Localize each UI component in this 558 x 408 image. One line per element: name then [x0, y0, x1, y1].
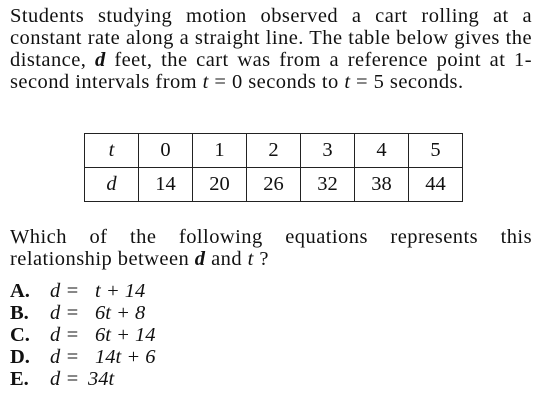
- var-t: t: [344, 71, 351, 93]
- table-row-d: d 14 20 26 32 38 44: [84, 167, 463, 202]
- problem-intro: Students studying motion observed a cart…: [10, 5, 532, 93]
- choice-expression: 6t + 14: [95, 324, 156, 346]
- choice-lhs: d =: [50, 324, 80, 346]
- var-d: d: [95, 49, 106, 71]
- table-row-t: t 0 1 2 3 4 5: [84, 133, 463, 168]
- table-cell: 2: [246, 133, 301, 168]
- table-cell: 0: [138, 133, 193, 168]
- table-cell: 32: [300, 167, 355, 202]
- question-mark: ?: [259, 248, 269, 270]
- intro-text-4: = 5 seconds.: [356, 71, 464, 93]
- problem-page: Students studying motion observed a cart…: [0, 0, 558, 408]
- var-d: d: [194, 248, 206, 270]
- intro-text-3: = 0 seconds to: [214, 71, 339, 93]
- choice-expression: 34t: [88, 368, 115, 390]
- choice-lhs: d =: [50, 280, 80, 302]
- choice-lhs: d =: [50, 368, 80, 390]
- table-cell: 14: [138, 167, 193, 202]
- table-cell: 4: [354, 133, 409, 168]
- choice-expression: t + 14: [95, 280, 146, 302]
- var-t: t: [247, 248, 254, 270]
- choice-letter: C.: [10, 324, 30, 346]
- choice-letter: A.: [10, 280, 30, 302]
- choice-letter: D.: [10, 346, 30, 368]
- table-header-t: t: [84, 133, 139, 168]
- choice-letter: E.: [10, 368, 29, 390]
- choice-expression: 14t + 6: [95, 346, 156, 368]
- table-cell: 5: [408, 133, 463, 168]
- table-cell: 20: [192, 167, 247, 202]
- table-header-d: d: [84, 167, 139, 202]
- choice-letter: B.: [10, 302, 29, 324]
- question-text: Which of the following equations represe…: [10, 226, 532, 270]
- choice-lhs: d =: [50, 302, 80, 324]
- table-cell: 3: [300, 133, 355, 168]
- var-t: t: [202, 71, 209, 93]
- table-cell: 26: [246, 167, 301, 202]
- question-and: and: [211, 248, 243, 270]
- question-text-1: Which of the following equations represe…: [10, 226, 532, 270]
- table-cell: 44: [408, 167, 463, 202]
- data-table: t 0 1 2 3 4 5 d 14 20 26 32 38 44: [84, 133, 463, 202]
- table-cell: 1: [192, 133, 247, 168]
- choice-lhs: d =: [50, 346, 80, 368]
- choice-expression: 6t + 8: [95, 302, 146, 324]
- table-cell: 38: [354, 167, 409, 202]
